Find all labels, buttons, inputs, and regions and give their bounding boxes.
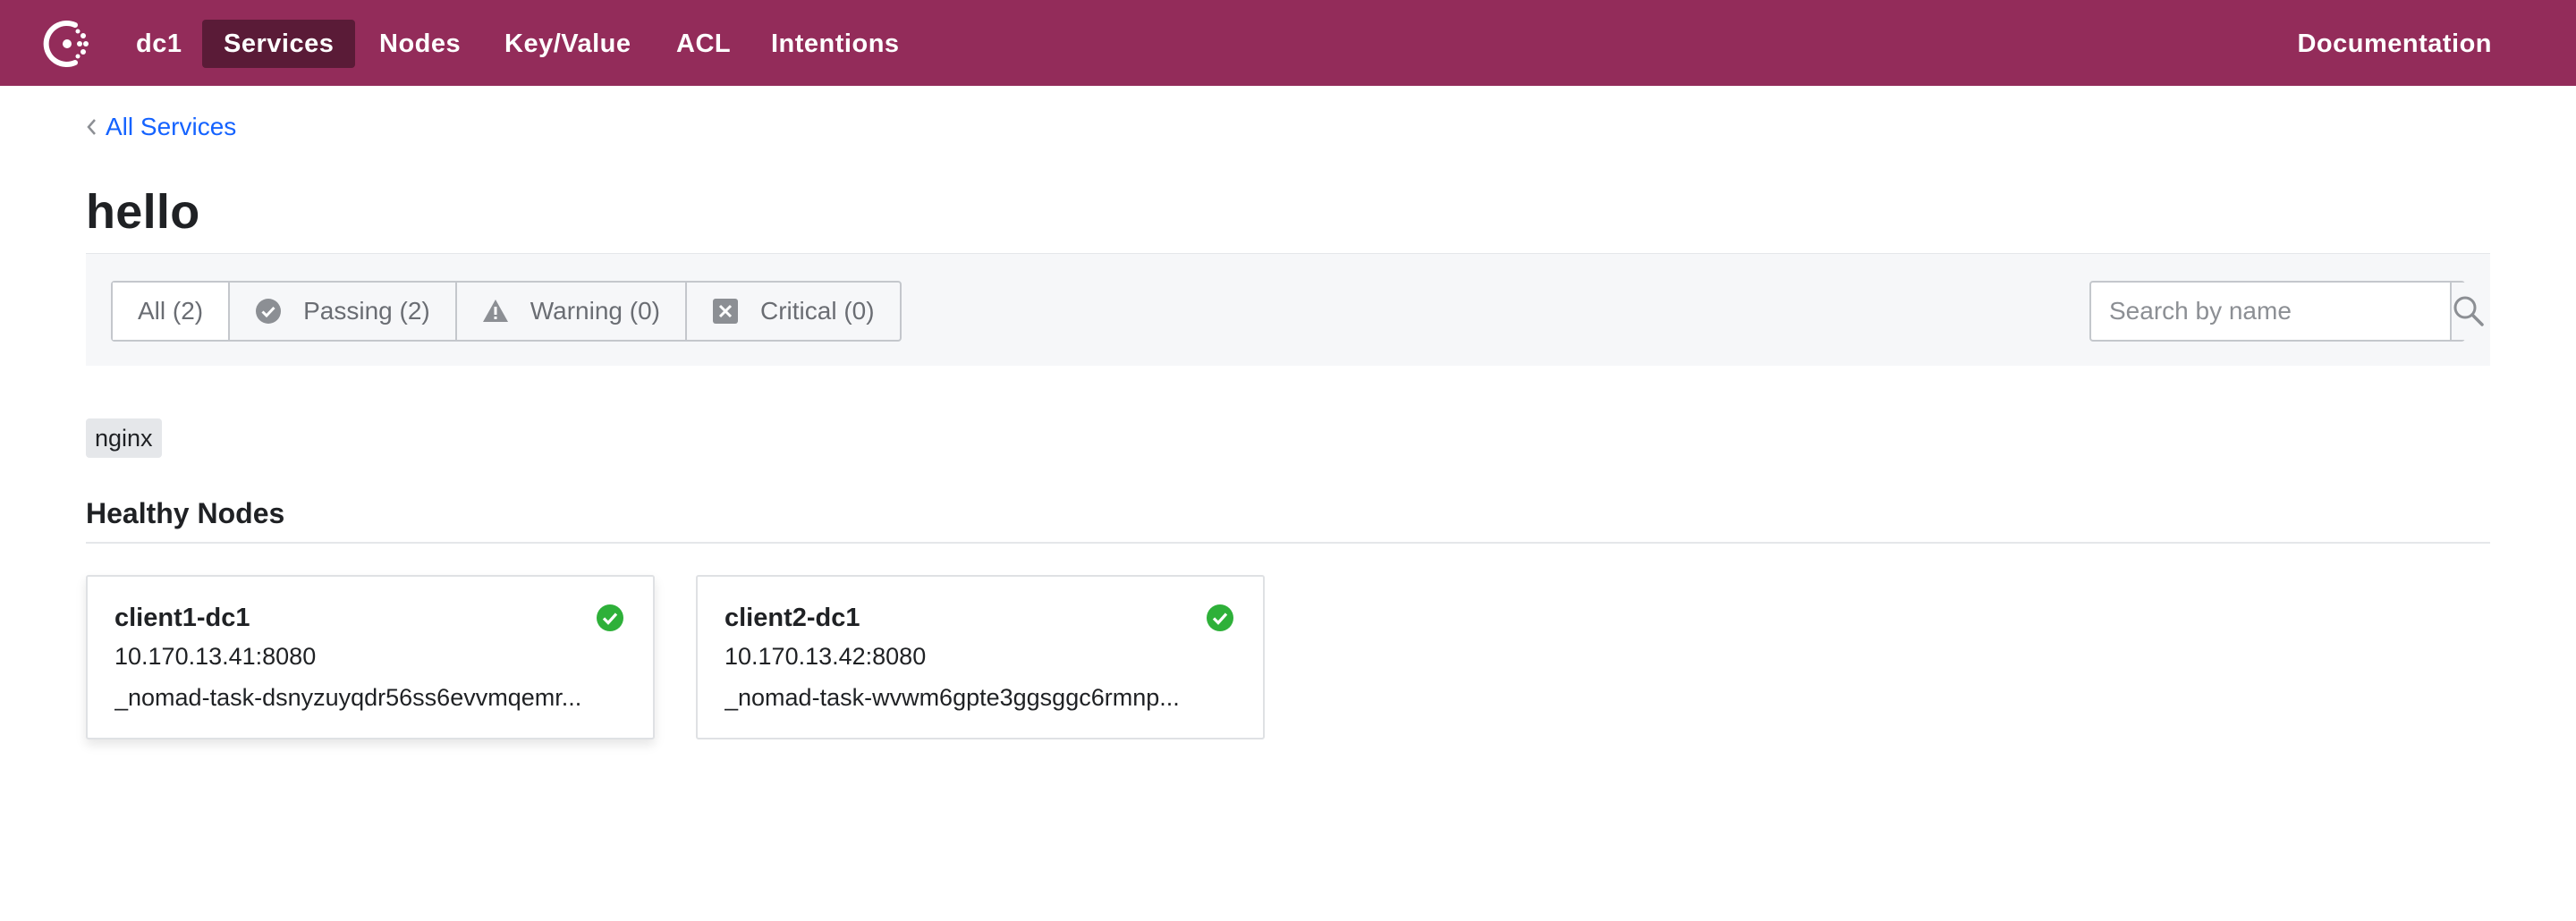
nav-item-acl[interactable]: ACL xyxy=(655,20,752,68)
filter-bar: All (2) Passing (2) Warning (0) Critical… xyxy=(86,253,2490,366)
page-title: hello xyxy=(86,185,200,239)
node-name: client2-dc1 xyxy=(724,604,860,632)
filter-warning[interactable]: Warning (0) xyxy=(457,283,687,340)
node-card[interactable]: client1-dc1 10.170.13.41:8080 _nomad-tas… xyxy=(86,575,655,739)
warning-triangle-icon xyxy=(482,300,508,322)
node-service-id: _nomad-task-dsnyzuyqdr56ss6evvmqemr... xyxy=(114,684,582,711)
filter-passing[interactable]: Passing (2) xyxy=(230,283,457,340)
check-circle-icon xyxy=(256,299,282,324)
filter-all[interactable]: All (2) xyxy=(113,283,231,340)
passing-check-icon xyxy=(1207,604,1233,631)
nav-item-key-value[interactable]: Key/Value xyxy=(483,20,653,68)
filter-all-label: All (2) xyxy=(138,297,204,325)
top-navigation: dc1 Services Nodes Key/Value ACL Intenti… xyxy=(0,0,2576,86)
node-card[interactable]: client2-dc1 10.170.13.42:8080 _nomad-tas… xyxy=(696,575,1265,739)
consul-logo-icon[interactable] xyxy=(39,16,95,72)
documentation-link[interactable]: Documentation xyxy=(2275,20,2513,68)
chevron-left-icon xyxy=(87,119,96,135)
breadcrumb-label: All Services xyxy=(106,113,237,140)
datacenter-selector[interactable]: dc1 xyxy=(114,20,203,68)
filter-passing-label: Passing (2) xyxy=(303,297,430,325)
service-tag: nginx xyxy=(86,418,162,458)
nav-item-nodes[interactable]: Nodes xyxy=(358,20,482,68)
breadcrumb-all-services[interactable]: All Services xyxy=(86,111,236,143)
filter-warning-label: Warning (0) xyxy=(530,297,660,325)
nav-item-intentions[interactable]: Intentions xyxy=(750,20,921,68)
filter-critical-label: Critical (0) xyxy=(759,297,875,325)
section-divider xyxy=(86,542,2490,544)
node-name: client1-dc1 xyxy=(114,604,250,632)
close-square-icon xyxy=(712,299,738,324)
nav-item-services[interactable]: Services xyxy=(202,20,356,68)
search-button[interactable] xyxy=(2450,283,2486,340)
node-address: 10.170.13.42:8080 xyxy=(724,643,927,670)
health-filter-group: All (2) Passing (2) Warning (0) Critical… xyxy=(111,281,902,342)
search-input[interactable] xyxy=(2091,283,2450,340)
node-address: 10.170.13.41:8080 xyxy=(114,643,317,670)
node-service-id: _nomad-task-wvwm6gpte3ggsggc6rmnp... xyxy=(724,684,1180,711)
section-title-healthy-nodes: Healthy Nodes xyxy=(86,497,285,529)
search-box xyxy=(2089,281,2486,342)
passing-check-icon xyxy=(597,604,623,631)
search-icon xyxy=(2453,296,2484,326)
filter-critical[interactable]: Critical (0) xyxy=(687,283,900,340)
